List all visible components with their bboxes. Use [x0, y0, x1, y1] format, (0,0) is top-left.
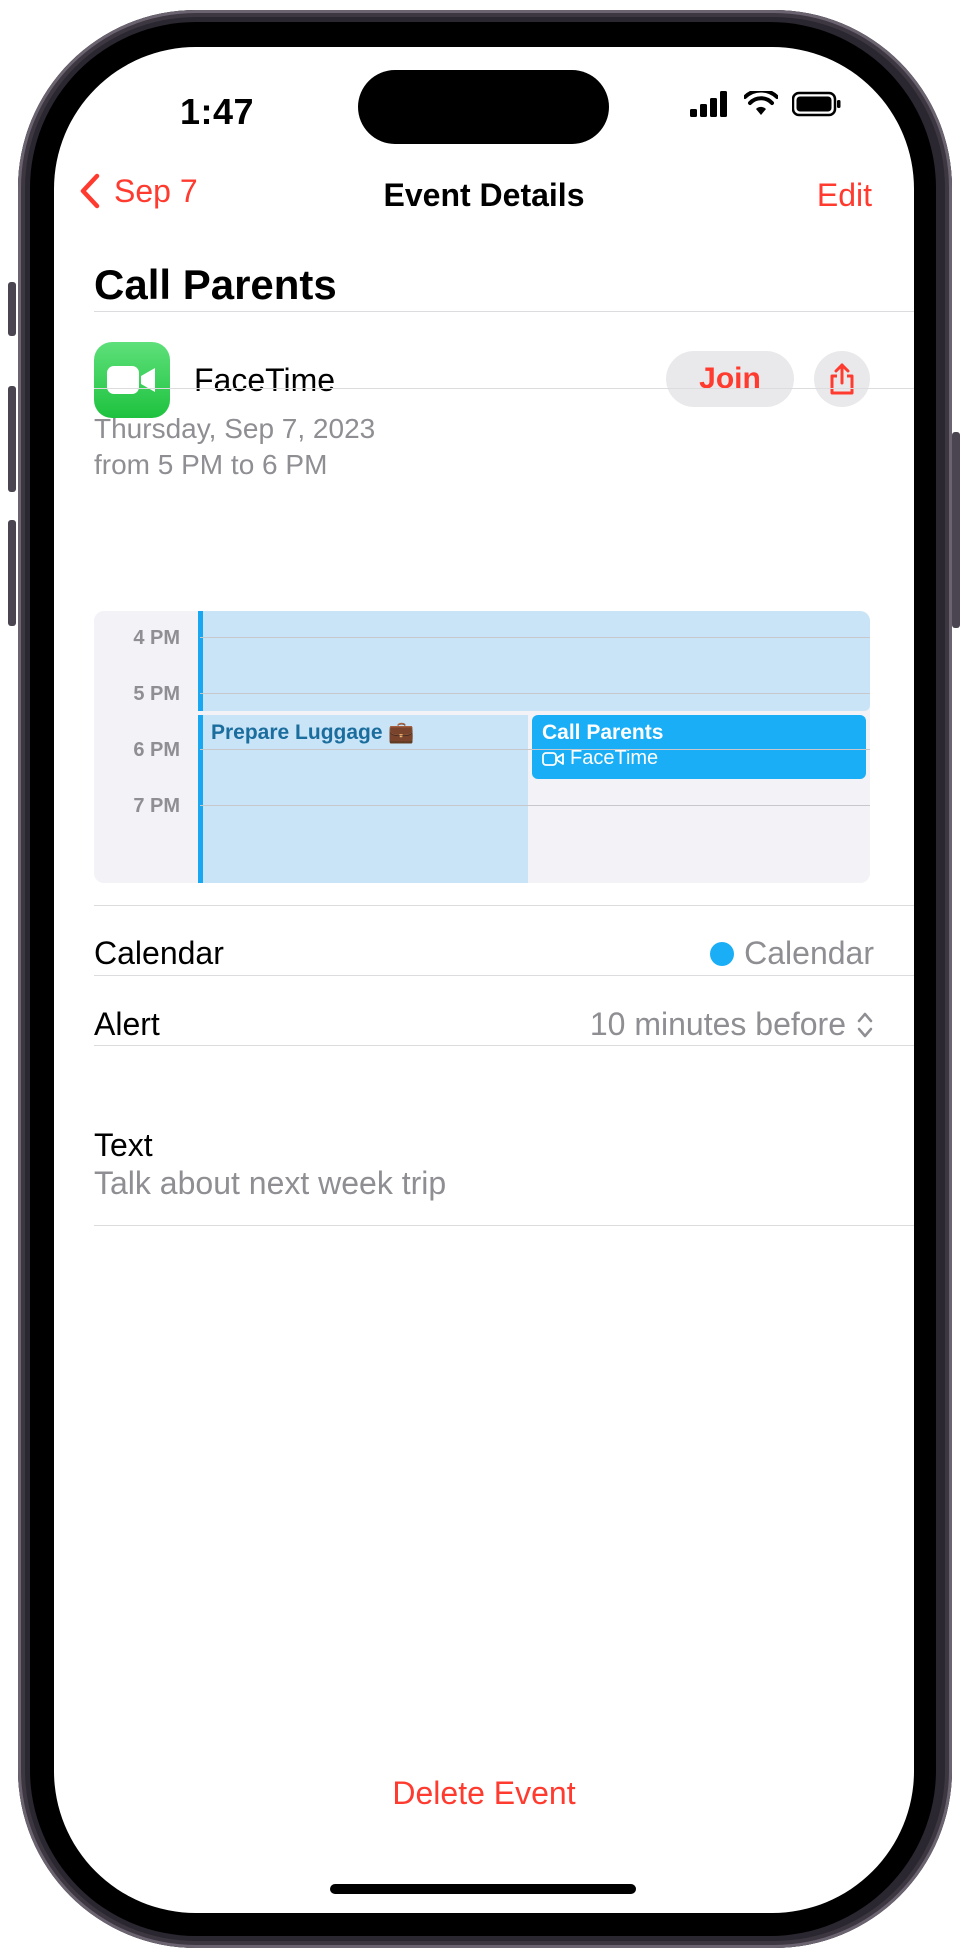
video-camera-icon: [542, 751, 564, 766]
divider: [94, 905, 914, 906]
device-power-button: [952, 432, 960, 628]
alert-picker[interactable]: 10 minutes before: [590, 1006, 874, 1043]
status-icons: [690, 91, 842, 117]
battery-icon: [792, 91, 841, 117]
divider: [94, 1225, 914, 1226]
event-note: Talk about next week trip: [94, 1165, 447, 1201]
hour-label: 5 PM: [133, 683, 180, 705]
wifi-icon: [744, 91, 778, 115]
share-button[interactable]: [814, 351, 870, 407]
timeline-event-title: Call Parents: [542, 721, 664, 744]
calendar-row-label: Calendar: [94, 935, 224, 971]
cellular-signal-icon: [690, 91, 727, 117]
divider: [94, 1045, 914, 1046]
hour-label: 7 PM: [133, 795, 180, 817]
alert-row-label: Alert: [94, 1006, 160, 1042]
nav-title: Event Details: [383, 177, 585, 213]
delete-event-button[interactable]: Delete Event: [54, 1775, 914, 1812]
device-volume-up-button: [8, 386, 16, 492]
status-time: 1:47: [180, 91, 255, 132]
timeline-event-title: Prepare Luggage 💼: [211, 721, 415, 744]
divider: [94, 388, 914, 389]
home-indicator[interactable]: [330, 1884, 636, 1894]
calendar-row-value[interactable]: Calendar: [710, 935, 874, 972]
chevron-up-down-icon: [857, 1012, 873, 1037]
timeline-event-subtitle: FaceTime: [542, 747, 856, 770]
dynamic-island: [358, 70, 609, 144]
calendar-name: Calendar: [744, 935, 874, 971]
timeline-event-prepare-luggage[interactable]: Prepare Luggage 💼: [198, 715, 528, 883]
timeline-event-call-parents[interactable]: Call Parents FaceTime: [532, 715, 866, 779]
hour-gridline: [200, 637, 870, 638]
facetime-app-icon: [94, 342, 170, 418]
event-title: Call Parents: [94, 261, 337, 308]
hour-label: 6 PM: [133, 739, 180, 761]
timeline-event-subtitle-text: FaceTime: [570, 747, 659, 769]
hour-gridline: [200, 693, 870, 694]
screen: 1:47 Sep 7 Event Details Edit Call Paren…: [54, 47, 914, 1913]
alert-value: 10 minutes before: [589, 1006, 846, 1042]
event-time-range: from 5 PM to 6 PM: [94, 449, 328, 480]
divider: [94, 975, 914, 976]
video-camera-icon: [107, 366, 155, 394]
hour-label: 4 PM: [133, 627, 180, 649]
share-icon: [830, 363, 854, 395]
text-row-label: Text: [94, 1127, 153, 1163]
device-volume-down-button: [8, 520, 16, 626]
hour-gridline: [200, 805, 870, 806]
hour-gridline: [200, 749, 870, 750]
event-date: Thursday, Sep 7, 2023: [94, 413, 376, 444]
edit-button[interactable]: Edit: [817, 177, 872, 214]
day-timeline-preview[interactable]: Prepare Luggage 💼 Call Parents FaceTime …: [94, 611, 870, 883]
join-button[interactable]: Join: [666, 351, 794, 407]
calendar-color-dot: [710, 941, 735, 966]
facetime-label: FaceTime: [194, 362, 336, 398]
timeline-event-block[interactable]: [198, 611, 870, 711]
device-action-button: [8, 282, 16, 336]
divider: [94, 311, 914, 312]
